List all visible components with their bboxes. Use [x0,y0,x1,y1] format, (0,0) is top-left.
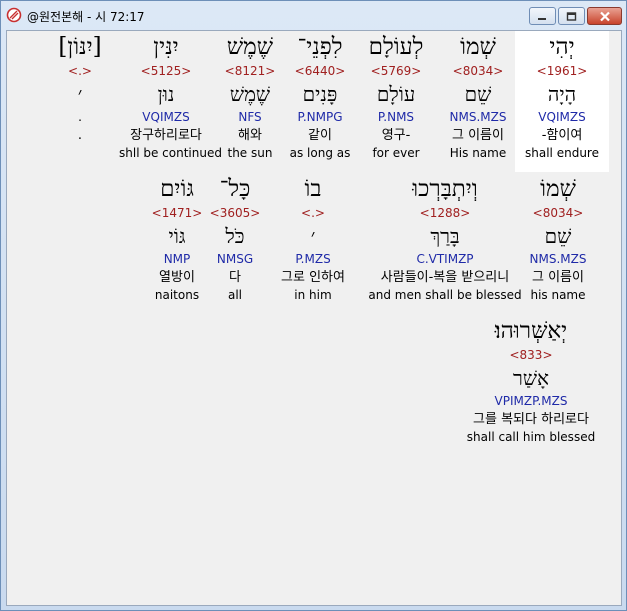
english-gloss: and men shall be blessed [368,288,522,302]
strong-number[interactable]: <5125> [119,63,213,80]
hebrew-word: [יִנּוֹן] [58,34,102,60]
strong-number[interactable]: <1961> [515,63,609,80]
parsing-code: P.MZS [295,252,331,266]
word-cell[interactable]: יִנִּין <5125> נוּן VQIMZS 장구하리로다 shll b… [119,31,222,162]
word-cell[interactable]: שֶׁמֶשׁ <8121> שֶׁמֶשׁ NFS 해와 the sun [203,31,297,162]
lexical-root: אָשַׁר [513,366,549,390]
korean-gloss: 그로 인하여 [281,270,345,285]
lexical-root: בָּרַךְ [430,224,460,248]
korean-gloss: 장구하리로다 [130,128,202,143]
minimize-button[interactable] [529,7,556,25]
strong-number[interactable]: <1471> [141,205,213,222]
close-button[interactable] [587,7,622,25]
word-cell[interactable]: גּוֹיִם <1471> גּוֹי NMP 열방이 naitons [141,173,213,304]
korean-gloss: . [77,128,83,143]
hebrew-word: בוֹ [304,176,322,202]
hebrew-word: יְאַשְּׁרוּהוּ׃ [494,318,568,344]
english-gloss: naitons [154,288,200,302]
korean-gloss: 사람들이-복을 받으리니 [380,270,510,285]
hebrew-word: שְׁמוֹ [460,34,496,60]
app-window: @원전본해 - 시 72:17 יְהִי <1961> הָיָה VQIMZ… [0,0,627,611]
strong-number[interactable]: <8034> [431,63,525,80]
word-cell[interactable]: בוֹ <.> ׳ P.MZS 그로 인하여 in him [263,173,363,304]
parsing-code: NMP [163,252,191,266]
english-gloss: shall call him blessed [466,430,596,444]
maximize-icon [566,11,577,21]
window-title: @원전본해 - 시 72:17 [27,10,145,24]
strong-number[interactable]: <1288> [357,205,533,222]
hebrew-word: וְיִתְבָּרְכוּ [412,176,478,202]
hebrew-word: יְהִי [549,34,575,60]
maximize-button[interactable] [558,7,585,25]
lexical-root: גּוֹי [168,224,186,248]
lexical-root: הָיָה [547,82,577,106]
strong-number[interactable]: <8121> [203,63,297,80]
title-bar[interactable]: @원전본해 - 시 72:17 [1,1,626,29]
korean-gloss: 해와 [238,128,262,143]
parsing-code: VQIMZS [538,110,586,124]
word-cell[interactable]: יְאַשְּׁרוּהוּ׃ <833> אָשַׁר VPIMZP.MZS … [451,315,611,446]
english-gloss: shall endure [525,146,599,160]
app-logo-icon [6,7,22,23]
lexical-root: ׳ [310,224,316,248]
english-gloss: His name [449,146,507,160]
lexical-root: ׳ [77,82,83,106]
word-cell[interactable]: שְׁמוֹ <8034> שֵׁם NMS.MZS 그 이름이 His nam… [431,31,525,162]
korean-gloss: 그를 복되다 하리로다 [473,412,589,427]
interlinear-panel: יְהִי <1961> הָיָה VQIMZS -함이여 shall end… [6,30,622,606]
hebrew-word: גּוֹיִם [160,176,194,202]
strong-number[interactable]: <.> [263,205,363,222]
parsing-code: NFS [238,110,262,124]
word-cell[interactable]: יְהִי <1961> הָיָה VQIMZS -함이여 shall end… [515,31,609,172]
english-gloss [33,145,127,162]
word-cell[interactable]: [יִנּוֹן] <.> ׳ . . [33,31,127,162]
hebrew-word: שֶׁמֶשׁ [226,34,274,60]
strong-number[interactable]: <833> [451,347,611,364]
parsing-code: VPIMZP.MZS [494,394,568,408]
strong-number[interactable]: <.> [33,63,127,80]
parsing-code: . [78,110,82,124]
word-cell[interactable]: וְיִתְבָּרְכוּ <1288> בָּרַךְ C.VTIMZP 사… [357,173,533,304]
korean-gloss: 그 이름이 [452,128,504,143]
lexical-root: נוּן [157,82,175,106]
lexical-root: שֵׁם [464,82,492,106]
parsing-code: NMS.MZS [449,110,507,124]
close-icon [599,11,610,21]
hebrew-word: יִנִּין [153,34,179,60]
parsing-code: C.VTIMZP [416,252,474,266]
minimize-icon [538,17,546,20]
english-gloss: in him [294,288,332,302]
korean-gloss: 열방이 [159,270,195,285]
korean-gloss: -함이여 [541,128,583,143]
parsing-code: VQIMZS [142,110,190,124]
lexical-root: שֶׁמֶשׁ [229,82,271,106]
english-gloss: shll be continued [119,146,222,160]
